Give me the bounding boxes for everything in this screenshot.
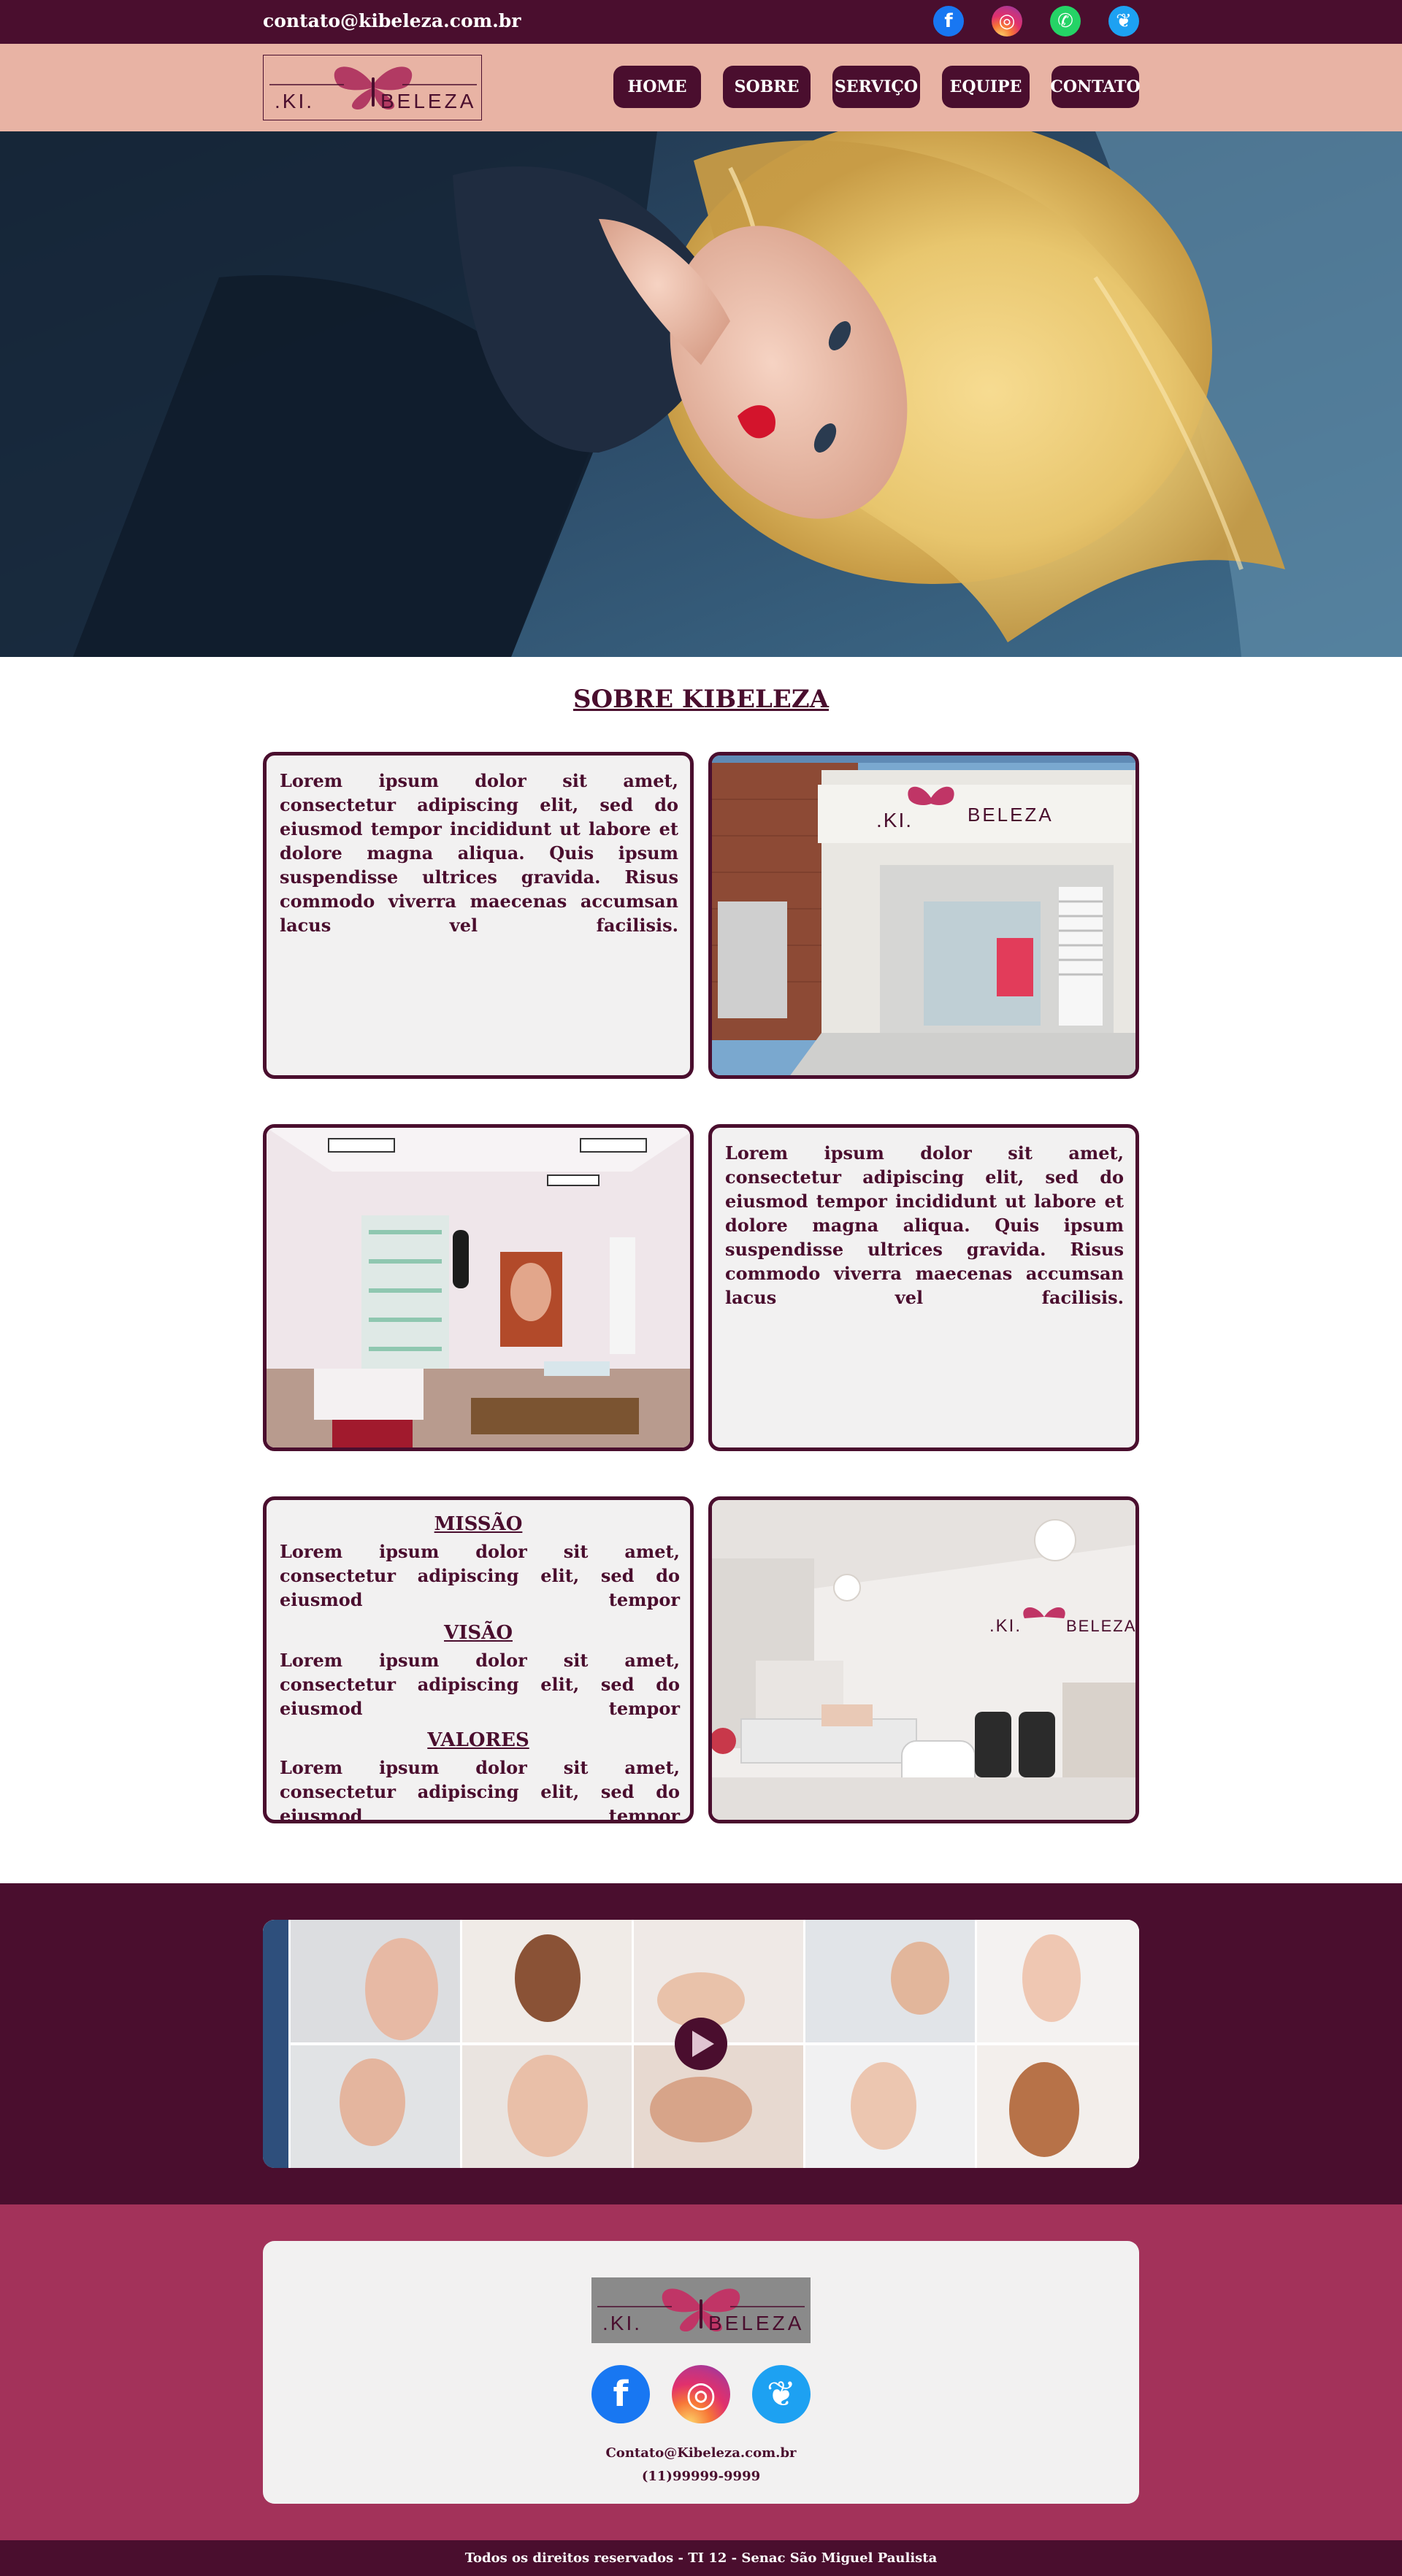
beauty-treatments-collage	[263, 1920, 1139, 2168]
about-text-card-1: Lorem ipsum dolor sit amet, consectetur …	[263, 752, 694, 1079]
facade-sign-name: BELEZA	[968, 804, 1054, 826]
top-bar: contato@kibeleza.com.br f ◎ ✆ ❦	[0, 0, 1402, 44]
footer-facebook-icon[interactable]: f	[591, 2365, 650, 2423]
footer-twitter-icon[interactable]: ❦	[752, 2365, 811, 2423]
salon-facade-image: .KI. BELEZA	[708, 752, 1139, 1079]
footer-phone: (11)99999-9999	[641, 2469, 761, 2484]
facade-sign-prefix: .KI.	[876, 809, 913, 831]
salon-reception-image: .KI. BELEZA	[708, 1496, 1139, 1823]
footer-logo-name: BELEZA	[708, 2312, 804, 2334]
instagram-icon[interactable]: ◎	[992, 6, 1022, 36]
footer: .KI. BELEZA f ◎ ❦ Contato@Kibeleza.com.b…	[0, 2204, 1402, 2540]
whatsapp-icon[interactable]: ✆	[1050, 6, 1081, 36]
mission-vision-values-card: MISSÃO Lorem ipsum dolor sit amet, conse…	[263, 1496, 694, 1823]
play-icon[interactable]	[675, 2018, 727, 2070]
about-text-card-2: Lorem ipsum dolor sit amet, consectetur …	[708, 1124, 1139, 1451]
vision-title: VISÃO	[444, 1622, 513, 1644]
values-title: VALORES	[427, 1729, 529, 1751]
footer-logo-prefix: .KI.	[602, 2312, 642, 2334]
footer-logo[interactable]: .KI. BELEZA	[591, 2277, 811, 2343]
twitter-icon[interactable]: ❦	[1108, 6, 1139, 36]
video-section	[0, 1883, 1402, 2204]
facebook-icon[interactable]: f	[933, 6, 964, 36]
vision-text: Lorem ipsum dolor sit amet, consectetur …	[280, 1650, 680, 1719]
video-player[interactable]	[263, 1920, 1139, 2168]
nav-sobre[interactable]: SOBRE	[723, 66, 811, 108]
salon-interior-image	[263, 1124, 694, 1451]
mission-title: MISSÃO	[434, 1513, 523, 1535]
reception-sign-prefix: .KI.	[989, 1616, 1022, 1636]
footer-instagram-icon[interactable]: ◎	[672, 2365, 730, 2423]
about-title: SOBRE KIBELEZA	[572, 685, 830, 714]
nav-home[interactable]: HOME	[613, 66, 701, 108]
hero-image	[0, 131, 1402, 657]
about-paragraph-1: Lorem ipsum dolor sit amet, consectetur …	[280, 770, 678, 936]
values-text: Lorem ipsum dolor sit amet, consectetur …	[280, 1757, 680, 1823]
mission-text: Lorem ipsum dolor sit amet, consectetur …	[280, 1541, 680, 1610]
about-paragraph-2: Lorem ipsum dolor sit amet, consectetur …	[725, 1142, 1124, 1308]
reception-sign-name: BELEZA	[1066, 1617, 1136, 1635]
hero-banner	[0, 131, 1402, 657]
navbar: .KI. BELEZA HOME SOBRE SERVIÇO EQUIPE CO…	[0, 44, 1402, 131]
footer-card: .KI. BELEZA f ◎ ❦ Contato@Kibeleza.com.b…	[263, 2241, 1139, 2504]
copyright-bar: Todos os direitos reservados - TI 12 - S…	[0, 2540, 1402, 2576]
logo-name: BELEZA	[380, 90, 476, 112]
footer-email[interactable]: Contato@Kibeleza.com.br	[263, 2445, 1139, 2461]
nav-contato[interactable]: CONTATO	[1050, 66, 1141, 108]
nav-equipe[interactable]: EQUIPE	[942, 66, 1030, 108]
top-email-link[interactable]: contato@kibeleza.com.br	[263, 10, 521, 31]
nav-servico[interactable]: SERVIÇO	[832, 66, 920, 108]
site-logo[interactable]: .KI. BELEZA	[263, 55, 482, 120]
logo-prefix: .KI.	[275, 90, 314, 112]
